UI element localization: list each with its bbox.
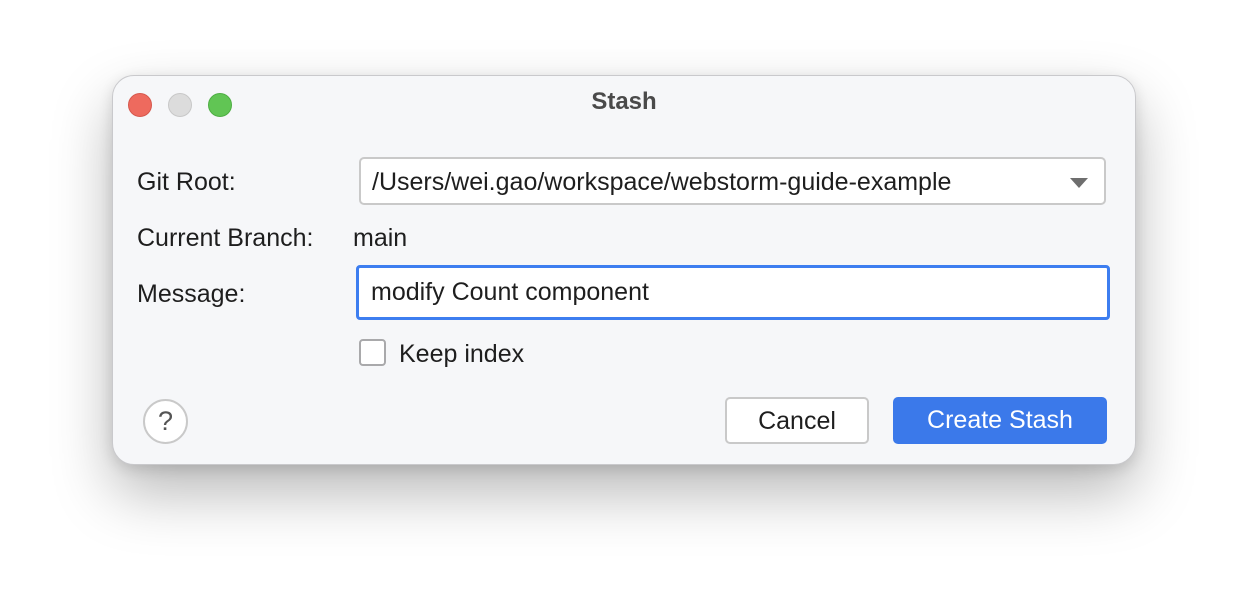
keep-index-checkbox[interactable] (359, 339, 386, 366)
stash-dialog: Stash Git Root: /Users/wei.gao/workspace… (112, 75, 1136, 465)
dialog-title: Stash (591, 88, 657, 115)
keep-index-label[interactable]: Keep index (399, 340, 524, 369)
message-label: Message: (137, 280, 246, 308)
git-root-value: /Users/wei.gao/workspace/webstorm-guide-… (372, 168, 952, 196)
current-branch-value: main (353, 224, 408, 252)
chevron-down-icon (1070, 178, 1088, 188)
git-root-dropdown[interactable]: /Users/wei.gao/workspace/webstorm-guide-… (359, 157, 1106, 205)
git-root-label: Git Root: (137, 168, 236, 196)
cancel-button[interactable]: Cancel (725, 397, 869, 444)
current-branch-label: Current Branch: (137, 224, 314, 252)
message-input[interactable] (356, 265, 1110, 320)
help-icon[interactable]: ? (143, 399, 188, 444)
create-stash-button[interactable]: Create Stash (893, 397, 1107, 444)
